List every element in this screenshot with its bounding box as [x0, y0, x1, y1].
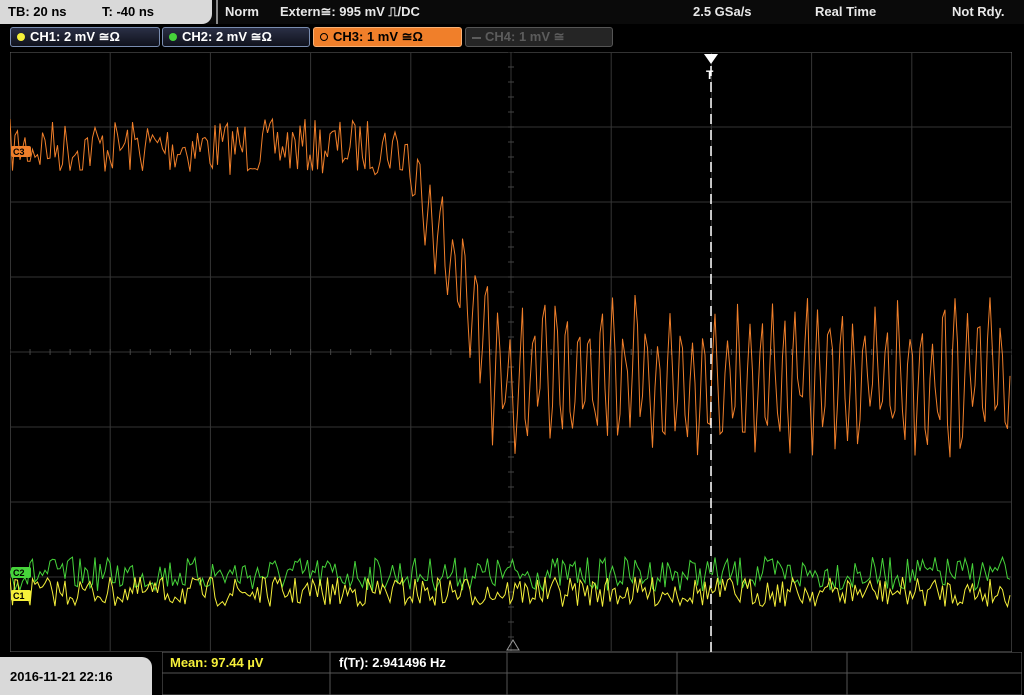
measurement-bar: 2016-11-21 22:16 Mean: 97.44 µV f(Tr): 2…	[0, 652, 1024, 695]
divider	[216, 0, 218, 24]
timebase-label: TB: 20 ns	[8, 4, 67, 19]
measurement-table	[162, 652, 1022, 695]
timebase-box[interactable]: TB: 20 ns T: -40 ns	[0, 0, 212, 24]
channel-4-button[interactable]: CH4: 1 mV ≅	[465, 27, 613, 47]
ch1-offset-label: C1	[13, 591, 25, 601]
mean-measurement[interactable]: Mean: 97.44 µV	[170, 655, 263, 670]
frequency-measurement[interactable]: f(Tr): 2.941496 Hz	[339, 655, 446, 670]
trigger-time-label: T: -40 ns	[102, 4, 155, 19]
trigger-source[interactable]: Extern≅: 995 mV ⎍/DC	[280, 4, 420, 20]
channel-3-dot-icon	[320, 33, 328, 41]
status-bar: TB: 20 ns T: -40 ns Norm Extern≅: 995 mV…	[0, 0, 1024, 24]
acquisition-mode: Real Time	[815, 4, 877, 19]
channel-1-button[interactable]: CH1: 2 mV ≅Ω	[10, 27, 160, 47]
channel-3-label: CH3: 1 mV ≅Ω	[333, 29, 423, 44]
channel-4-label: CH4: 1 mV ≅	[485, 29, 565, 44]
channel-bar: CH1: 2 mV ≅Ω CH2: 2 mV ≅Ω CH3: 1 mV ≅Ω C…	[0, 24, 1024, 50]
channel-2-dot-icon	[169, 33, 177, 41]
channel-3-button[interactable]: CH3: 1 mV ≅Ω	[313, 27, 462, 47]
status-readout: Not Rdy.	[952, 4, 1005, 19]
sample-rate: 2.5 GSa/s	[693, 4, 752, 19]
waveform-svg[interactable]: T C3 C2 C1	[9, 51, 1013, 653]
channel-1-dot-icon	[17, 33, 25, 41]
datetime-label: 2016-11-21 22:16	[10, 669, 113, 684]
channel-2-label: CH2: 2 mV ≅Ω	[182, 29, 272, 44]
ch2-offset-label: C2	[13, 568, 25, 578]
waveform-display[interactable]: T C3 C2 C1	[9, 51, 1013, 653]
channel-2-button[interactable]: CH2: 2 mV ≅Ω	[162, 27, 310, 47]
channel-4-dash-icon	[472, 37, 481, 39]
datetime-box: 2016-11-21 22:16	[0, 657, 152, 695]
trigger-mode[interactable]: Norm	[225, 4, 259, 19]
ch3-offset-label: C3	[13, 147, 25, 157]
channel-1-label: CH1: 2 mV ≅Ω	[30, 29, 120, 44]
trigger-marker-label: T	[706, 68, 714, 82]
